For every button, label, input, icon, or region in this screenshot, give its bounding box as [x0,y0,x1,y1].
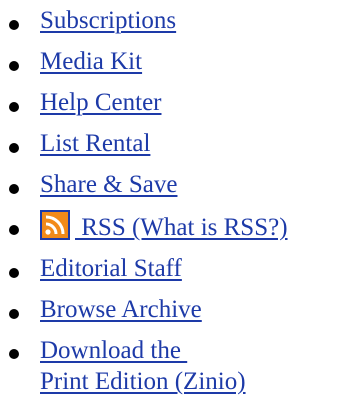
list-rental-link[interactable]: List Rental [40,130,150,157]
rss-link[interactable]: RSS (What is RSS?) [75,214,287,241]
download-link-line1: Download the [40,337,188,364]
list-item-browse-archive: Browse Archive [0,294,344,325]
browse-archive-link[interactable]: Browse Archive [40,296,202,323]
list-item-download-print-edition: Download the Print Edition (Zinio) [0,335,344,397]
list-item-editorial-staff: Editorial Staff [0,253,344,284]
bullet-icon [9,349,19,359]
share-save-link[interactable]: Share & Save [40,171,177,198]
list-item-share-save: Share & Save [0,169,344,200]
editorial-staff-link[interactable]: Editorial Staff [40,255,182,282]
list-item-help-center: Help Center [0,87,344,118]
bullet-icon [9,225,19,235]
bullet-icon [9,309,19,319]
bullet-icon [9,143,19,153]
download-link-line2: Print Edition (Zinio) [40,368,246,395]
help-center-link[interactable]: Help Center [40,89,161,116]
site-links-list: Subscriptions Media Kit Help Center List… [0,0,344,397]
rss-icon[interactable] [40,210,70,240]
bullet-icon [9,20,19,30]
bullet-icon [9,184,19,194]
list-item-media-kit: Media Kit [0,46,344,77]
bullet-icon [9,268,19,278]
media-kit-link[interactable]: Media Kit [40,48,142,75]
list-item-list-rental: List Rental [0,128,344,159]
download-print-edition-link[interactable]: Download the Print Edition (Zinio) [40,337,246,395]
list-item-subscriptions: Subscriptions [0,5,344,36]
bullet-icon [9,102,19,112]
bullet-icon [9,61,19,71]
list-item-rss: RSS (What is RSS?) [0,210,344,243]
subscriptions-link[interactable]: Subscriptions [40,7,176,34]
